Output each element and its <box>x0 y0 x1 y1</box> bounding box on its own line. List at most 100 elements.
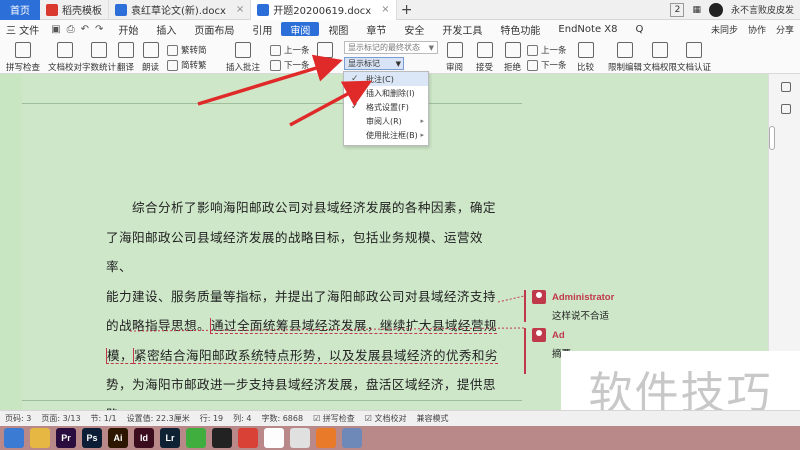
document-body[interactable]: 综合分析了影响海阳邮政公司对县域经济发展的各种因素，确定 了海阳邮政公司县域经济… <box>106 193 498 429</box>
spell-check-status[interactable]: ☑ 拼写检查 <box>313 413 355 424</box>
menu-item-reviewers[interactable]: 审阅人(R) ▸ <box>344 114 428 128</box>
folder-icon[interactable] <box>30 428 50 448</box>
menu-layout[interactable]: 页面布局 <box>185 20 243 38</box>
grid-icon[interactable]: ▦ <box>692 5 701 15</box>
status-section[interactable]: 节: 1/1 <box>91 413 117 424</box>
app-icon[interactable] <box>342 428 362 448</box>
accept-button[interactable]: 接受 <box>476 42 493 73</box>
menu-chapter[interactable]: 章节 <box>357 20 395 38</box>
menu-bar: 三 文件 ▣ ⎙ ↶ ↷ 开始 插入 页面布局 引用 审阅 视图 章节 安全 开… <box>0 20 800 38</box>
menu-item-label: 审阅人(R) <box>366 116 402 126</box>
microphone-icon <box>142 42 159 58</box>
proof-status[interactable]: ☑ 文档校对 <box>365 413 407 424</box>
menu-insert[interactable]: 插入 <box>147 20 185 38</box>
restrict-edit-button[interactable]: 限制编辑 <box>608 42 642 73</box>
wps-icon[interactable] <box>238 428 258 448</box>
user-name[interactable]: 永不言败皮皮发 <box>731 3 794 16</box>
compare-button[interactable]: 比较 <box>577 42 594 73</box>
search-icon[interactable]: Q <box>627 20 653 38</box>
translate-label: 翻译 <box>117 63 135 73</box>
menu-features[interactable]: 特色功能 <box>491 20 549 38</box>
avatar[interactable] <box>708 2 723 17</box>
markup-state-select[interactable]: 显示标记的最终状态 ▼ <box>344 41 438 54</box>
paragraph-line: 了海阳邮政公司县域经济发展的战略目标，包括业务规模、运营效率、 <box>106 223 498 282</box>
menu-item-label: 格式设置(F) <box>366 102 409 112</box>
status-row[interactable]: 行: 19 <box>200 413 223 424</box>
menu-item-comments[interactable]: ✓ 批注(C) <box>344 72 428 86</box>
indesign-icon[interactable]: Id <box>134 428 154 448</box>
file-menu[interactable]: 三 文件 <box>0 22 45 37</box>
revise-button[interactable]: 修订 <box>316 42 333 73</box>
read-aloud-button[interactable]: 朗读 <box>142 42 159 73</box>
sync-status[interactable]: 未同步 <box>711 23 738 36</box>
window-count[interactable]: 2 <box>670 2 685 17</box>
menu-review[interactable]: 审阅 <box>281 22 320 37</box>
close-icon[interactable]: × <box>381 4 389 15</box>
trad-to-simp-button[interactable]: 繁转简 <box>167 44 207 56</box>
menu-reference[interactable]: 引用 <box>243 20 281 38</box>
doc-auth-button[interactable]: 文档认证 <box>677 42 711 73</box>
show-marks-button[interactable]: 显示标记 ▼ <box>344 57 404 70</box>
header-line <box>22 103 522 104</box>
simp-to-trad-button[interactable]: 简转繁 <box>167 59 207 71</box>
doc-auth-label: 文档认证 <box>677 63 712 73</box>
menu-item-label: 批注(C) <box>366 74 394 84</box>
illustrator-icon[interactable]: Ai <box>108 428 128 448</box>
premiere-icon[interactable]: Pr <box>56 428 76 448</box>
menu-view[interactable]: 视图 <box>319 20 357 38</box>
word-count-label: 字数统计 <box>82 63 117 73</box>
word-count-button[interactable]: 字数统计 <box>82 42 116 73</box>
commented-text[interactable]: 紧密结合海阳邮政系统特点形势，以及发展县域经济的优秀和劣 <box>133 347 498 364</box>
prev-change-button[interactable]: 上一条 <box>527 44 567 56</box>
redo-icon[interactable]: ↷ <box>95 24 103 35</box>
tab-home[interactable]: 首页 <box>0 0 40 20</box>
firefox-icon[interactable] <box>316 428 336 448</box>
menu-item-balloons[interactable]: 使用批注框(B) ▸ <box>344 128 428 142</box>
menu-security[interactable]: 安全 <box>395 20 433 38</box>
menu-devtools[interactable]: 开发工具 <box>433 20 491 38</box>
comment-card[interactable]: Administrator 这样说不合适 <box>524 290 768 322</box>
add-tab-button[interactable]: + <box>397 2 417 18</box>
share-button[interactable]: 分享 <box>776 23 794 36</box>
tab-doc-2[interactable]: 开题20200619.docx × <box>251 0 397 20</box>
tab-doc-1[interactable]: 袁红草论文(新).docx × <box>109 0 252 20</box>
insert-comment-button[interactable]: 插入批注 <box>226 42 260 73</box>
status-setting[interactable]: 设置值: 22.3厘米 <box>127 413 190 424</box>
menu-endnote[interactable]: EndNote X8 <box>549 20 626 38</box>
status-pages[interactable]: 页面: 3/13 <box>41 413 80 424</box>
translate-button[interactable]: 翻译 <box>117 42 134 73</box>
close-icon[interactable]: × <box>236 4 244 15</box>
prev-comment-button[interactable]: 上一条 <box>270 44 310 56</box>
menu-start[interactable]: 开始 <box>109 20 147 38</box>
scrollbar[interactable] <box>769 126 775 150</box>
collaborate-button[interactable]: 协作 <box>748 23 766 36</box>
wechat-icon[interactable] <box>186 428 206 448</box>
video-icon[interactable] <box>212 428 232 448</box>
undo-icon[interactable]: ↶ <box>81 24 89 35</box>
save-icon[interactable]: ▣ <box>51 24 60 35</box>
spell-check-button[interactable]: 拼写检查 <box>6 42 40 73</box>
cursor-icon[interactable] <box>781 82 791 92</box>
next-comment-button[interactable]: 下一条 <box>270 59 310 71</box>
commented-text[interactable]: 通过全面统筹县域经济发展，继续扩大县域经营规 <box>209 318 497 334</box>
text-line: 的战略指导思想。 <box>106 318 210 333</box>
menu-item-formatting[interactable]: ✓ 格式设置(F) <box>344 100 428 114</box>
menu-item-insertions[interactable]: ✓ 插入和删除(I) <box>344 86 428 100</box>
status-words[interactable]: 字数: 6868 <box>261 413 303 424</box>
doc-proof-button[interactable]: 文档校对 <box>48 42 82 73</box>
doc-permission-button[interactable]: 文档权限 <box>643 42 677 73</box>
comment-pane-icon[interactable] <box>781 104 791 114</box>
status-col[interactable]: 列: 4 <box>233 413 251 424</box>
qq-icon[interactable] <box>264 428 284 448</box>
photoshop-icon[interactable]: Ps <box>82 428 102 448</box>
status-page[interactable]: 页码: 3 <box>5 413 31 424</box>
next-change-button[interactable]: 下一条 <box>527 59 567 71</box>
lightroom-icon[interactable]: Lr <box>160 428 180 448</box>
commented-text[interactable]: 模， <box>106 347 133 364</box>
reject-button[interactable]: 拒绝 <box>504 42 521 73</box>
chrome-icon[interactable] <box>290 428 310 448</box>
print-icon[interactable]: ⎙ <box>67 24 75 35</box>
reviewer-button[interactable]: 审阅 <box>446 42 463 73</box>
tab-template[interactable]: 稻壳模板 <box>40 0 109 20</box>
browser-icon[interactable] <box>4 428 24 448</box>
